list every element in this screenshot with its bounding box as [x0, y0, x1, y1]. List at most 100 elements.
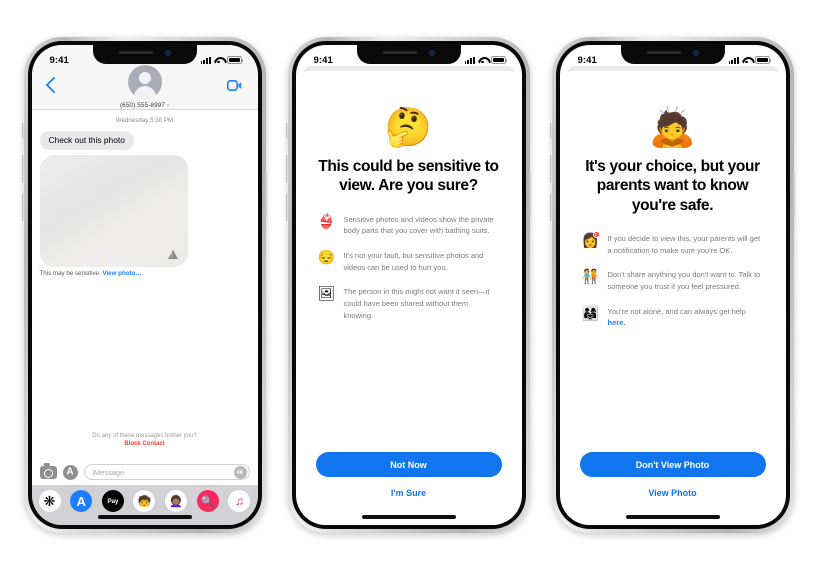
audio-waveform-icon[interactable] — [233, 465, 247, 479]
music-glyph: ♫ — [234, 494, 244, 508]
pensive-face-emoji: 😔 — [317, 249, 335, 265]
notch — [620, 45, 725, 64]
phone-device-sensitive-warning: 9:41 🤔 This could be sensitive to view. … — [286, 37, 531, 533]
list-item-text: The person in this might not want it see… — [343, 287, 490, 320]
compose-bar: A iMessage — [31, 459, 258, 485]
page-title: It's your choice, but your parents want … — [585, 158, 760, 214]
memoji-stickers-app-icon[interactable]: 👩🏽‍🦱 — [165, 490, 188, 512]
parents-notified-screen: 9:41 🙇 It's your choice, but your parent… — [559, 45, 786, 525]
memoji-app-icon[interactable]: 🧒 — [133, 490, 156, 512]
list-item: 😔 It's not your fault, but sensitive pho… — [317, 249, 500, 273]
phone-bezel: 9:41 (650) 555-8997 › Wednesday 5:38 PM … — [27, 41, 262, 529]
earpiece-speaker-icon — [646, 51, 681, 54]
wifi-icon — [742, 57, 751, 64]
parents-notified-sheet: 🙇 It's your choice, but your parents wan… — [563, 71, 782, 525]
home-indicator[interactable] — [97, 515, 192, 519]
not-now-button[interactable]: Not Now — [315, 452, 502, 477]
power-button[interactable] — [264, 172, 267, 216]
block-contact-link[interactable]: Block Contact — [32, 441, 258, 447]
photos-glyph: ❋ — [43, 493, 56, 509]
conversation-body: Wednesday 5:38 PM Check out this photo T… — [32, 110, 258, 459]
app-store-app-icon[interactable]: A — [70, 490, 93, 512]
battery-icon — [490, 56, 508, 64]
earpiece-speaker-icon — [118, 51, 153, 54]
view-photo-link[interactable]: View photo… — [102, 270, 141, 277]
mute-switch[interactable] — [550, 123, 553, 139]
dont-view-photo-button[interactable]: Don't View Photo — [579, 452, 766, 477]
sensitive-notice-text: This may be sensitive. — [39, 270, 101, 278]
thinking-face-emoji: 🤔 — [384, 107, 433, 149]
notch — [356, 45, 461, 64]
earpiece-speaker-icon — [382, 51, 417, 54]
cellular-bars-icon — [464, 56, 475, 64]
phone-device-messages: 9:41 (650) 555-8997 › Wednesday 5:38 PM … — [22, 37, 267, 533]
view-photo-button[interactable]: View Photo — [580, 488, 766, 498]
front-camera-icon — [692, 50, 699, 56]
app-dock: ❋ A Pay 🧒 👩🏽‍🦱 🔍 ♫ — [31, 485, 258, 525]
list-item: 🧑‍🤝‍🧑 Don't share anything you don't wan… — [582, 268, 764, 292]
apple-pay-app-icon[interactable]: Pay — [101, 490, 124, 512]
sensitive-warning-screen: 9:41 🤔 This could be sensitive to view. … — [295, 45, 522, 525]
memoji-glyph: 🧒 — [137, 495, 152, 508]
notification-badge: 1 — [592, 231, 600, 239]
list-item: 👨‍👩‍👧 You're not alone, and can always g… — [581, 304, 764, 329]
sensitive-warning-sheet: 🤔 This could be sensitive to view. Are y… — [299, 71, 518, 525]
volume-down-button[interactable] — [550, 193, 553, 221]
framed-picture-emoji: 🖼 — [317, 285, 336, 302]
status-time: 9:41 — [49, 54, 69, 66]
contact-chevron-icon: › — [166, 103, 170, 109]
apple-pay-glyph: Pay — [107, 497, 119, 505]
status-time: 9:41 — [313, 54, 333, 66]
message-bubble[interactable]: Check out this photo — [39, 131, 134, 151]
home-indicator[interactable] — [361, 515, 456, 519]
contact-name[interactable]: (650) 555-8997 › — [32, 102, 258, 109]
memoji-stickers-glyph: 👩🏽‍🦱 — [169, 495, 183, 508]
volume-up-button[interactable] — [550, 155, 553, 183]
list-item-text-body: You're not alone, and can always get hel… — [607, 306, 746, 316]
bullet-list: 👩 1 If you decide to view this, your par… — [580, 231, 766, 329]
help-here-link[interactable]: here. — [608, 318, 626, 327]
notch — [92, 45, 197, 64]
im-sure-button[interactable]: I'm Sure — [316, 488, 502, 498]
screenshot-stage: 9:41 (650) 555-8997 › Wednesday 5:38 PM … — [0, 0, 817, 570]
list-item: 👩 1 If you decide to view this, your par… — [582, 231, 764, 256]
list-item-text: If you decide to view this, your parents… — [607, 234, 761, 255]
messages-screen: 9:41 (650) 555-8997 › Wednesday 5:38 PM … — [31, 45, 258, 525]
message-timestamp: Wednesday 5:38 PM — [115, 118, 174, 124]
cellular-bars-icon — [728, 56, 739, 64]
swimsuit-emoji: 👙 — [317, 212, 335, 229]
wifi-icon — [478, 57, 487, 64]
blurred-photo-attachment[interactable] — [39, 155, 188, 268]
imessage-input[interactable]: iMessage — [83, 464, 250, 480]
camera-icon[interactable] — [39, 463, 57, 479]
list-item-text: Sensitive photos and videos show the pri… — [343, 214, 494, 236]
front-camera-icon — [428, 50, 435, 56]
wifi-icon — [214, 57, 223, 64]
person-bowing-emoji: 🙇 — [648, 107, 697, 149]
music-app-icon[interactable]: ♫ — [228, 490, 251, 512]
list-item: 🖼 The person in this might not want it s… — [317, 285, 500, 321]
volume-up-button[interactable] — [286, 155, 289, 183]
volume-down-button[interactable] — [286, 193, 289, 221]
mute-switch[interactable] — [286, 123, 289, 139]
volume-up-button[interactable] — [22, 155, 25, 183]
phone-bezel: 9:41 🙇 It's your choice, but your parent… — [555, 41, 790, 529]
volume-down-button[interactable] — [22, 193, 25, 221]
battery-icon — [226, 56, 244, 64]
mute-switch[interactable] — [22, 123, 25, 139]
power-button[interactable] — [528, 172, 531, 216]
status-time: 9:41 — [577, 54, 597, 66]
home-indicator[interactable] — [625, 515, 720, 519]
contact-number: (650) 555-8997 — [119, 102, 166, 109]
bullet-list: 👙 Sensitive photos and videos show the p… — [316, 212, 502, 321]
imessage-placeholder: iMessage — [92, 467, 125, 477]
app-store-icon[interactable]: A — [62, 464, 78, 480]
power-button[interactable] — [792, 172, 795, 216]
app-store-glyph: A — [76, 493, 86, 509]
front-camera-icon — [164, 50, 171, 56]
family-support-emoji: 👨‍👩‍👧 — [581, 304, 599, 321]
images-app-icon[interactable]: 🔍 — [196, 490, 219, 512]
block-contact-prompt: Do any of these messages bother you? Blo… — [32, 433, 258, 447]
cellular-bars-icon — [200, 56, 211, 64]
photos-app-icon[interactable]: ❋ — [38, 490, 61, 512]
